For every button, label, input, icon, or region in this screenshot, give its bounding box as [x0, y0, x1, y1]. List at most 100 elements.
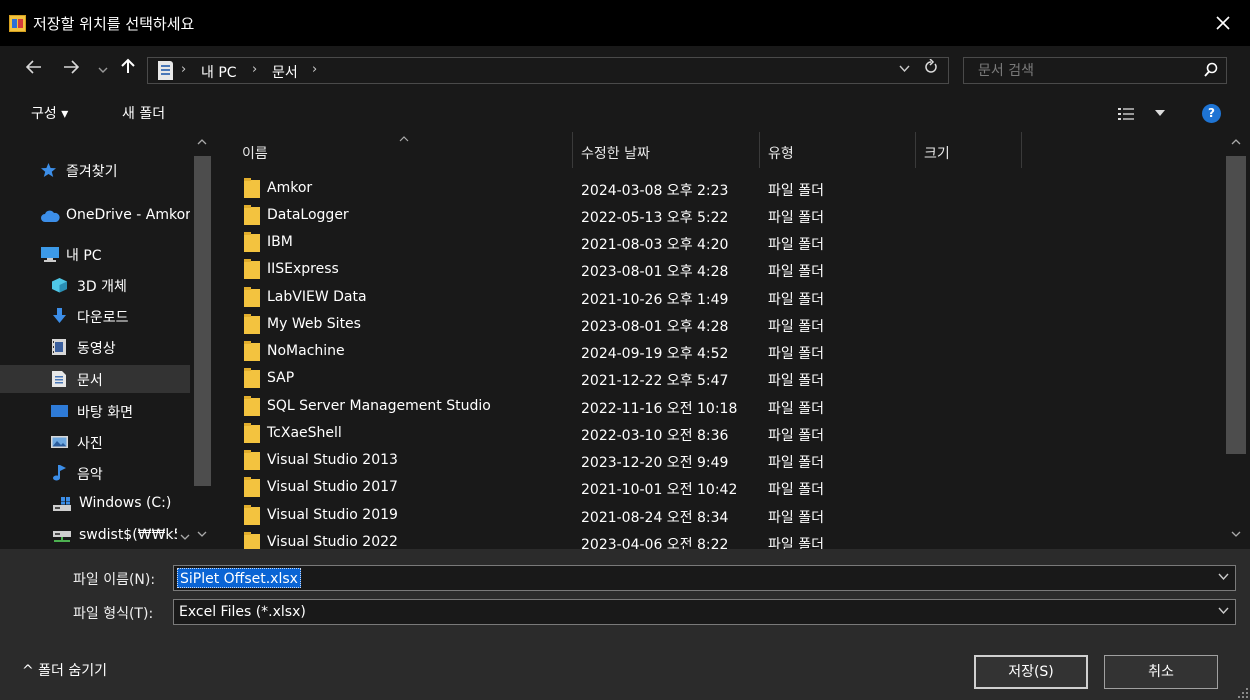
nav-item-3d-objects[interactable]: 3D 개체 [0, 271, 190, 299]
recent-locations-button[interactable] [98, 58, 108, 80]
table-row[interactable]: SAP 2021-12-22 오후 5:47 파일 폴더 [215, 366, 1215, 393]
breadcrumb-separator-icon[interactable]: › [181, 62, 186, 77]
file-list-scrollbar[interactable] [1222, 132, 1250, 549]
refresh-button[interactable] [924, 58, 938, 78]
nav-item-favorites[interactable]: 즐겨찾기 [0, 156, 190, 184]
nav-item-videos[interactable]: 동영상 [0, 333, 190, 361]
column-divider[interactable] [1021, 132, 1022, 168]
save-button[interactable]: 저장(S) [974, 655, 1088, 689]
search-input[interactable] [964, 58, 1189, 83]
nav-item-label: Windows (C:) [79, 495, 172, 511]
scroll-down-button[interactable] [197, 530, 207, 541]
file-name: Amkor [267, 180, 313, 196]
scroll-up-button[interactable] [1231, 137, 1241, 148]
table-row[interactable]: IISExpress 2023-08-01 오후 4:28 파일 폴더 [215, 257, 1215, 284]
search-icon[interactable] [1204, 62, 1218, 78]
column-header-size[interactable]: 크기 [916, 132, 1021, 170]
address-history-button[interactable] [899, 62, 910, 76]
file-name: Visual Studio 2022 [267, 534, 398, 549]
file-name: NoMachine [267, 343, 345, 359]
nav-item-music[interactable]: 음악 [0, 459, 190, 487]
scroll-down-button[interactable] [1231, 530, 1241, 541]
nav-item-label: 즐겨찾기 [66, 164, 118, 180]
file-name: DataLogger [267, 207, 349, 223]
filetype-value: Excel Files (*.xlsx) [179, 604, 306, 620]
filename-field[interactable]: SiPlet Offset.xlsx [173, 565, 1236, 591]
filename-value[interactable]: SiPlet Offset.xlsx [177, 568, 301, 588]
file-type: 파일 폴더 [768, 319, 824, 335]
nav-item-label: OneDrive - Amkor [66, 207, 190, 223]
nav-item-windows-c[interactable]: Windows (C:) [0, 490, 190, 518]
breadcrumb-this-pc[interactable]: 내 PC [201, 62, 237, 82]
column-header-modified[interactable]: 수정한 날짜 [573, 132, 759, 170]
back-button[interactable] [25, 58, 42, 80]
address-bar[interactable]: › 내 PC › 문서 › [147, 57, 949, 84]
view-options-icon[interactable] [1118, 108, 1134, 120]
filetype-dropdown-button[interactable] [1218, 604, 1229, 618]
scroll-up-button[interactable] [197, 137, 207, 148]
music-icon [53, 465, 66, 481]
drive-icon [53, 497, 71, 511]
file-type: 파일 폴더 [768, 482, 824, 498]
search-box[interactable] [963, 57, 1227, 84]
breadcrumb-separator-icon[interactable]: › [252, 62, 257, 77]
nav-item-network-drive[interactable]: swdist$(₩₩k5fs1 [0, 522, 190, 549]
breadcrumb-separator-icon[interactable]: › [312, 62, 317, 77]
folder-icon [244, 450, 260, 470]
view-dropdown-button[interactable] [1155, 106, 1165, 119]
nav-item-this-pc[interactable]: 내 PC [0, 240, 190, 268]
table-row[interactable]: Visual Studio 2013 2023-12-20 오전 9:49 파일… [215, 448, 1215, 475]
file-type: 파일 폴더 [768, 237, 824, 253]
scroll-thumb[interactable] [1226, 156, 1246, 454]
table-row[interactable]: SQL Server Management Studio 2022-11-16 … [215, 394, 1215, 421]
file-type: 파일 폴더 [768, 183, 824, 199]
file-type: 파일 폴더 [768, 264, 824, 280]
column-header-label: 이름 [242, 146, 268, 162]
file-modified: 2021-12-22 오후 5:47 [581, 373, 729, 389]
chevron-down-icon [98, 67, 108, 73]
arrow-left-icon [25, 60, 41, 74]
file-modified: 2024-03-08 오후 2:23 [581, 183, 729, 199]
breadcrumb-documents[interactable]: 문서 [272, 62, 298, 82]
nav-item-label: 음악 [77, 467, 103, 483]
table-row[interactable]: LabVIEW Data 2021-10-26 오후 1:49 파일 폴더 [215, 285, 1215, 312]
table-row[interactable]: IBM 2021-08-03 오후 4:20 파일 폴더 [215, 230, 1215, 257]
filename-dropdown-button[interactable] [1218, 570, 1229, 584]
folder-icon [244, 368, 260, 388]
hide-folders-button[interactable]: ^ 폴더 숨기기 [22, 660, 107, 680]
up-button[interactable] [121, 58, 135, 80]
close-button[interactable] [1210, 10, 1236, 36]
new-folder-button[interactable]: 새 폴더 [122, 103, 165, 123]
cancel-button[interactable]: 취소 [1104, 655, 1218, 689]
forward-button[interactable] [63, 58, 80, 80]
chevron-down-icon [1218, 607, 1229, 615]
file-type: 파일 폴더 [768, 537, 824, 549]
filetype-select[interactable]: Excel Files (*.xlsx) [173, 599, 1236, 625]
nav-item-desktop[interactable]: 바탕 화면 [0, 397, 190, 425]
table-row[interactable]: Visual Studio 2022 2023-04-06 오전 8:22 파일… [215, 530, 1215, 549]
table-row[interactable]: Amkor 2024-03-08 오후 2:23 파일 폴더 [215, 176, 1215, 203]
file-name: Visual Studio 2019 [267, 507, 398, 523]
file-modified: 2021-08-03 오후 4:20 [581, 237, 729, 253]
nav-item-documents[interactable]: 문서 [0, 365, 190, 393]
resize-grip-icon[interactable] [1238, 688, 1248, 698]
organize-button[interactable]: 구성 ▾ [31, 103, 68, 123]
column-header-label: 수정한 날짜 [581, 146, 650, 162]
nav-item-onedrive[interactable]: OneDrive - Amkor [0, 202, 190, 230]
column-header-name[interactable]: 이름 [215, 132, 572, 170]
help-button[interactable]: ? [1202, 104, 1221, 123]
nav-item-pictures[interactable]: 사진 [0, 428, 190, 456]
column-header-type[interactable]: 유형 [760, 132, 915, 170]
nav-item-downloads[interactable]: 다운로드 [0, 302, 190, 330]
nav-pane-scrollbar[interactable] [190, 132, 215, 549]
nav-item-label: 동영상 [77, 341, 116, 357]
table-row[interactable]: TcXaeShell 2022-03-10 오전 8:36 파일 폴더 [215, 421, 1215, 448]
nav-item-label: swdist$(₩₩k5fs1 [79, 527, 177, 543]
table-row[interactable]: DataLogger 2022-05-13 오후 5:22 파일 폴더 [215, 203, 1215, 230]
table-row[interactable]: Visual Studio 2017 2021-10-01 오전 10:42 파… [215, 475, 1215, 502]
table-row[interactable]: My Web Sites 2023-08-01 오후 4:28 파일 폴더 [215, 312, 1215, 339]
table-row[interactable]: NoMachine 2024-09-19 오후 4:52 파일 폴더 [215, 339, 1215, 366]
table-row[interactable]: Visual Studio 2019 2021-08-24 오전 8:34 파일… [215, 503, 1215, 530]
scroll-thumb[interactable] [194, 156, 211, 486]
chevron-down-icon [197, 531, 207, 537]
